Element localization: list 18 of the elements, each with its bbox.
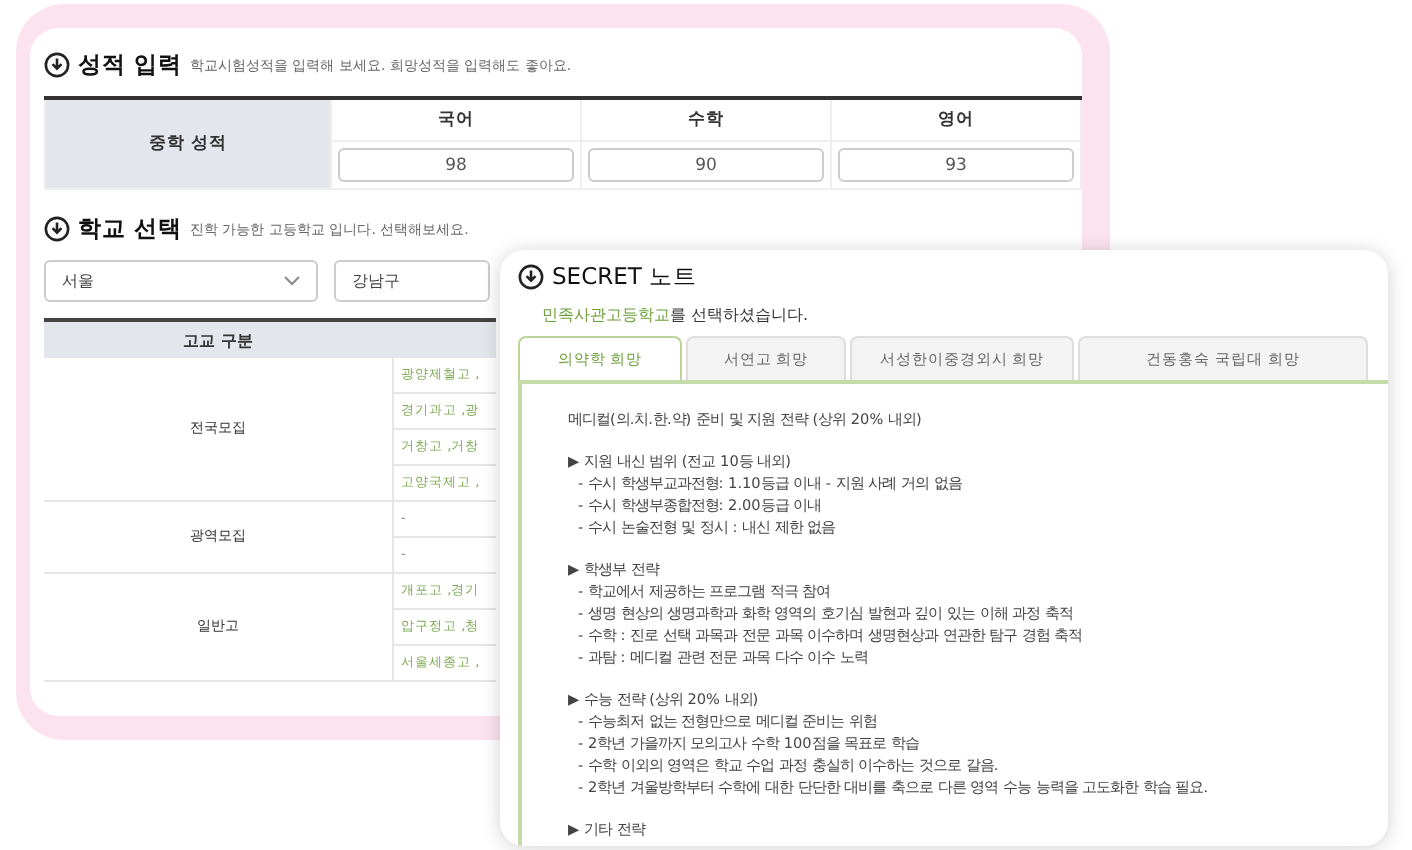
download-circle-icon	[518, 264, 544, 290]
section-title: 성적 입력	[78, 50, 183, 80]
selection-message: 민족사관고등학교를 선택하셨습니다.	[542, 304, 811, 326]
download-circle-icon	[44, 52, 70, 78]
score-field[interactable]: 93	[838, 148, 1074, 182]
note-title: SECRET 노트	[552, 262, 698, 292]
score-field[interactable]: 98	[338, 148, 574, 182]
download-circle-icon	[44, 216, 70, 242]
section-title: 학교 선택	[78, 214, 183, 244]
subject-header: 국어	[331, 98, 581, 141]
subject-header: 수학	[581, 98, 831, 141]
subject-header: 영어	[831, 98, 1081, 141]
chevron-down-icon	[284, 276, 300, 286]
score-field[interactable]: 90	[588, 148, 824, 182]
district-dropdown[interactable]: 강남구	[334, 260, 490, 302]
column-header: 고교 구분	[44, 320, 392, 358]
row-label: 중학 성적	[45, 98, 331, 189]
region-dropdown[interactable]: 서울	[44, 260, 318, 302]
